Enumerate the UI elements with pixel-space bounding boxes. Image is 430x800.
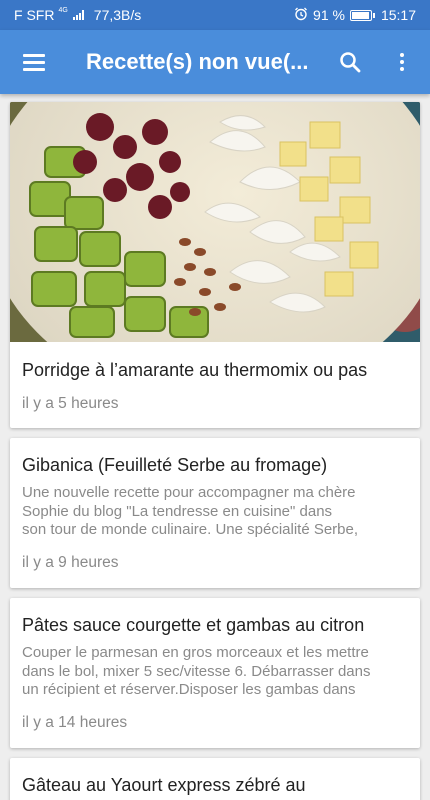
recipe-card[interactable]: Porridge à l’amarante au thermomix ou pa… <box>10 102 420 428</box>
recipe-time: il y a 14 heures <box>22 714 128 731</box>
alarm-icon <box>294 7 308 24</box>
search-button[interactable] <box>326 30 374 94</box>
recipe-card[interactable]: Gâteau au Yaourt express zébré au <box>10 758 420 800</box>
network-speed: 77,3B/s <box>93 7 142 23</box>
signal-icon <box>72 10 84 20</box>
recipe-title: Porridge à l’amarante au thermomix ou pa… <box>22 360 368 380</box>
recipe-time: il y a 5 heures <box>22 395 119 412</box>
description-line: Une nouvelle recette pour accompagner ma… <box>22 484 356 501</box>
recipe-time: il y a 9 heures <box>22 554 119 571</box>
status-bar: F SFR 4G 77,3B/s 91 % 15:17 <box>0 0 430 30</box>
menu-icon <box>23 54 45 71</box>
clock: 15:17 <box>380 7 416 23</box>
battery-icon <box>349 9 375 21</box>
more-options-button[interactable] <box>374 30 430 94</box>
description-line: son tour de monde culinaire. Une spécial… <box>22 521 359 538</box>
recipe-card[interactable]: Pâtes sauce courgette et gambas au citro… <box>10 598 420 748</box>
menu-button[interactable] <box>0 30 68 94</box>
recipe-title: Pâtes sauce courgette et gambas au citro… <box>22 615 365 635</box>
network-label: 4G <box>58 6 68 14</box>
recipe-description: Une nouvelle recette pour accompagner ma… <box>22 484 408 540</box>
recipe-title: Gibanica (Feuilleté Serbe au fromage) <box>22 455 328 475</box>
page-title: Recette(s) non vue(... <box>86 49 309 74</box>
recipe-card[interactable]: Gibanica (Feuilleté Serbe au fromage) Un… <box>10 438 420 588</box>
app-bar: Recette(s) non vue(... <box>0 30 430 94</box>
description-line: Sophie du blog "La tendresse en cuisine"… <box>22 502 333 520</box>
description-line: dans le bol, mixer 5 sec/vitesse 6. Déba… <box>22 662 371 680</box>
more-vert-icon <box>400 53 404 71</box>
battery-percent: 91 % <box>313 7 345 23</box>
recipe-description: Couper le parmesan en gros morceaux et l… <box>22 644 408 700</box>
recipe-title: Gâteau au Yaourt express zébré au <box>22 775 306 795</box>
recipe-image <box>10 102 420 342</box>
description-line: un récipient et réserver.Disposer les ga… <box>22 681 356 698</box>
carrier-label: F SFR <box>14 7 55 23</box>
search-icon <box>340 52 361 73</box>
description-line: Couper le parmesan en gros morceaux et l… <box>22 644 369 661</box>
